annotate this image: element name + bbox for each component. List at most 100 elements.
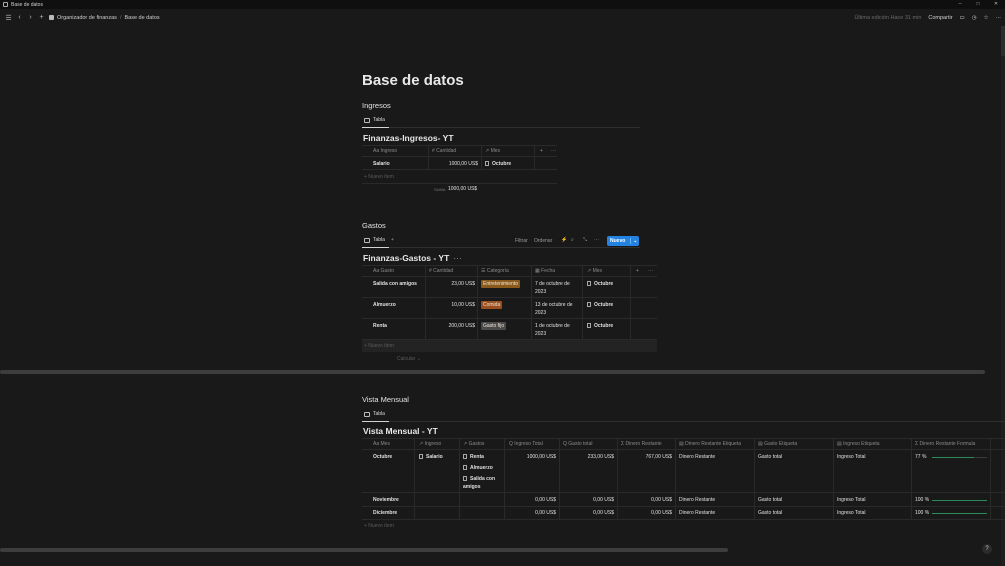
db-title-mensual[interactable]: Vista Mensual - YT — [363, 426, 438, 436]
mensual-gasto-total[interactable]: 233,00 US$ — [563, 454, 614, 460]
col-ingreso-etiqueta[interactable]: ▤ Ingreso Etiqueta — [837, 438, 880, 449]
mensual-mes[interactable]: Diciembre — [373, 510, 397, 516]
col-cantidad[interactable]: # Cantidad — [432, 145, 456, 156]
mensual-mes[interactable]: Octubre — [373, 454, 392, 460]
add-column-icon[interactable]: + — [636, 265, 639, 276]
gasto-date-line2[interactable]: 2023 — [535, 289, 546, 295]
mensual-gasto-total[interactable]: 0,00 US$ — [563, 510, 614, 516]
calculate-button[interactable]: Calcular ⌄ — [397, 356, 421, 362]
gasto-date-line2[interactable]: 2023 — [535, 310, 546, 316]
mensual-dinero-restante[interactable]: 0,00 US$ — [621, 497, 672, 503]
add-view-icon[interactable]: + — [391, 237, 394, 243]
new-item-mensual[interactable]: + Nuevo ítem — [364, 523, 394, 529]
gasto-category[interactable]: Comida — [481, 301, 503, 309]
menu-icon[interactable]: ☰ — [3, 14, 14, 22]
col-gasto-etiqueta[interactable]: ▤ Gasto Etiqueta — [758, 438, 797, 449]
chevron-down-icon[interactable]: ⌄ — [630, 238, 637, 244]
col-ingreso-total[interactable]: Q Ingreso Total — [509, 438, 543, 449]
ingreso-link[interactable]: Salario — [426, 454, 443, 460]
mensual-ingreso-total[interactable]: 1000,00 US$ — [509, 454, 556, 460]
add-column-icon[interactable]: + — [540, 145, 543, 156]
col-ingreso[interactable]: Aa Ingreso — [373, 145, 397, 156]
mensual-dre[interactable]: Dinero Restante — [679, 454, 715, 460]
gasto-date-line1[interactable]: 13 de octubre de — [535, 302, 573, 308]
mensual-ie[interactable]: Ingreso Total — [837, 454, 866, 460]
filter-button[interactable]: Filtrar — [515, 238, 528, 244]
gasto-link[interactable]: Renta — [470, 454, 484, 460]
horizontal-scrollbar[interactable] — [0, 370, 985, 374]
col-cantidad[interactable]: # Cantidad — [429, 265, 453, 276]
mensual-ingreso-total[interactable]: 0,00 US$ — [509, 510, 556, 516]
mensual-pct[interactable]: 100 % — [915, 510, 929, 516]
search-icon[interactable]: ⌕ — [571, 237, 574, 243]
mensual-dinero-restante[interactable]: 0,00 US$ — [621, 510, 672, 516]
horizontal-scrollbar[interactable] — [0, 548, 728, 552]
minimize-button[interactable]: – — [951, 0, 969, 9]
mensual-ingreso[interactable]: Salario — [419, 454, 443, 460]
new-item-gastos[interactable]: + Nuevo ítem — [364, 343, 394, 349]
row-ingreso-amount[interactable]: 1000,00 US$ — [432, 161, 478, 167]
gasto-category[interactable]: Gasto fijo — [481, 322, 507, 330]
mes-link[interactable]: Octubre — [594, 281, 613, 287]
gasto-date-line1[interactable]: 7 de octubre de — [535, 281, 570, 287]
tab-tabla-ingresos[interactable]: Tabla — [364, 115, 385, 125]
mes-link[interactable]: Octubre — [594, 302, 613, 308]
new-item-row[interactable] — [362, 340, 657, 352]
sort-button[interactable]: Ordenar — [534, 238, 552, 244]
mensual-dre[interactable]: Dinero Restante — [679, 510, 715, 516]
updates-icon[interactable]: ◷ — [972, 15, 977, 21]
more-icon[interactable]: ··· — [453, 253, 462, 263]
gasto-name[interactable]: Salida con amigos — [373, 281, 417, 287]
col-fecha[interactable]: ▦ Fecha — [535, 265, 555, 276]
gasto-category[interactable]: Entretenimiento — [481, 280, 521, 288]
mes-link[interactable]: Octubre — [492, 161, 511, 167]
breadcrumb-current[interactable]: Base de datos — [124, 15, 159, 21]
gasto-amount[interactable]: 200,00 US$ — [429, 323, 475, 329]
col-gastos[interactable]: ↗ Gastos — [463, 438, 484, 449]
col-dinero-restante-formula[interactable]: Σ Dinero Restante Formula — [915, 438, 975, 449]
mensual-pct[interactable]: 77 % — [915, 454, 926, 460]
gasto-name[interactable]: Renta — [373, 323, 387, 329]
row-ingreso-mes[interactable]: Octubre — [485, 161, 511, 167]
gasto-link[interactable]: Almuerzo — [470, 465, 493, 471]
tab-tabla-mensual[interactable]: Tabla — [364, 409, 385, 419]
col-dinero-restante-etiqueta[interactable]: ▤ Dinero Restante Etiqueta — [679, 438, 741, 449]
mensual-gasto-item-cont[interactable]: amigos — [463, 484, 481, 490]
mensual-mes[interactable]: Noviembre — [373, 497, 399, 503]
col-mes[interactable]: Aa Mes — [373, 438, 390, 449]
expand-icon[interactable]: ⤡ — [583, 237, 587, 243]
more-icon[interactable]: ··· — [594, 237, 599, 243]
mensual-dre[interactable]: Dinero Restante — [679, 497, 715, 503]
mensual-ingreso-total[interactable]: 0,00 US$ — [509, 497, 556, 503]
comments-icon[interactable]: ▭ — [960, 15, 965, 21]
gasto-date-line1[interactable]: 1 de octubre de — [535, 323, 570, 329]
share-button[interactable]: Compartir — [928, 15, 952, 21]
gasto-link[interactable]: Salida con — [470, 476, 495, 482]
mensual-gasto-total[interactable]: 0,00 US$ — [563, 497, 614, 503]
gasto-mes[interactable]: Octubre — [587, 302, 613, 308]
col-gasto-total[interactable]: Q Gasto total — [563, 438, 592, 449]
favorite-icon[interactable]: ☆ — [984, 15, 989, 21]
add-icon[interactable]: + — [36, 14, 47, 21]
tab-tabla-gastos[interactable]: Tabla + — [364, 235, 394, 245]
mes-link[interactable]: Octubre — [594, 323, 613, 329]
breadcrumb-parent[interactable]: Organizador de finanzas — [57, 15, 117, 21]
new-button[interactable]: Nuevo ⌄ — [607, 236, 639, 246]
mensual-ie[interactable]: Ingreso Total — [837, 510, 866, 516]
col-gasto[interactable]: Aa Gasto — [373, 265, 394, 276]
col-mes[interactable]: ↗ Mes — [485, 145, 500, 156]
more-icon[interactable]: ··· — [648, 265, 653, 276]
more-icon[interactable]: ··· — [551, 145, 556, 156]
col-dinero-restante[interactable]: Σ Dinero Restante — [621, 438, 662, 449]
col-ingreso[interactable]: ↗ Ingreso — [419, 438, 441, 449]
close-button[interactable]: ✕ — [987, 0, 1005, 9]
maximize-button[interactable]: □ — [969, 0, 987, 9]
col-mes[interactable]: ↗ Mes — [587, 265, 602, 276]
db-title-ingresos[interactable]: Finanzas-Ingresos- YT — [363, 133, 454, 143]
forward-icon[interactable]: › — [25, 14, 36, 21]
gasto-date-line2[interactable]: 2023 — [535, 331, 546, 337]
page-scrollbar-track[interactable] — [1001, 26, 1005, 566]
sum-value[interactable]: 1000,00 US$ — [448, 186, 477, 192]
mensual-gasto-item[interactable]: Almuerzo — [463, 465, 493, 471]
mensual-pct[interactable]: 100 % — [915, 497, 929, 503]
